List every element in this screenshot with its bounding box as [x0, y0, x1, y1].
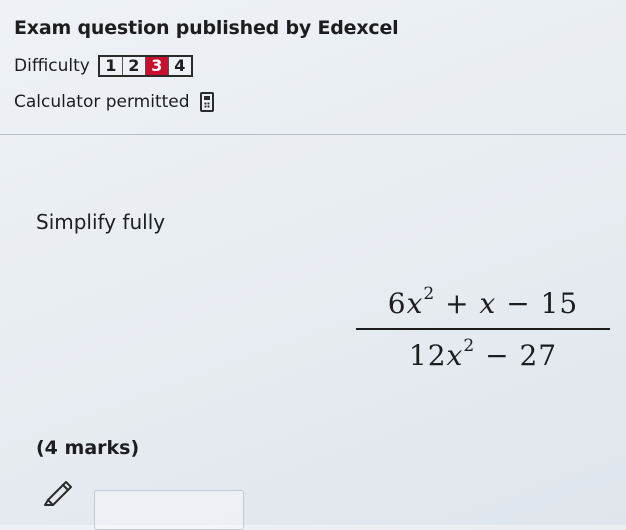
difficulty-label: Difficulty [14, 56, 90, 76]
numerator-operator-1: + [435, 287, 480, 320]
fraction-denominator: 12x2 − 27 [356, 330, 610, 376]
denominator-constant: 27 [519, 339, 558, 372]
difficulty-level-4: 4 [168, 57, 191, 75]
answer-input[interactable] [94, 490, 244, 530]
calculator-icon [199, 92, 214, 112]
denominator-variable: x [446, 339, 464, 372]
fraction-numerator: 6x2 + x − 15 [356, 284, 610, 328]
difficulty-level-2: 2 [122, 57, 146, 75]
numerator-exponent: 2 [423, 284, 436, 304]
header-divider [0, 134, 626, 135]
difficulty-scale: 1 2 3 4 [97, 55, 193, 77]
numerator-variable: x [406, 287, 424, 320]
header-title: Exam question published by Edexcel [14, 17, 399, 39]
numerator-operator-2: − [496, 287, 541, 320]
denominator-exponent: 2 [463, 336, 476, 356]
numerator-coefficient: 6 [387, 287, 407, 320]
calculator-row: Calculator permitted [14, 90, 614, 114]
denominator-operator: − [475, 339, 520, 372]
difficulty-level-3-selected: 3 [145, 57, 169, 75]
difficulty-level-1: 1 [99, 57, 123, 75]
calculator-label: Calculator permitted [14, 92, 190, 112]
numerator-constant: 15 [540, 287, 579, 320]
question-marks: (4 marks) [36, 437, 140, 459]
question-header: Exam question published by Edexcel Diffi… [14, 16, 614, 114]
denominator-coefficient: 12 [408, 339, 447, 372]
numerator-variable-2: x [479, 287, 497, 320]
pencil-icon [44, 481, 72, 506]
difficulty-row: Difficulty 1 2 3 4 [14, 54, 614, 78]
algebraic-fraction: 6x2 + x − 15 12x2 − 27 [356, 284, 610, 376]
question-instruction: Simplify fully [36, 210, 166, 234]
